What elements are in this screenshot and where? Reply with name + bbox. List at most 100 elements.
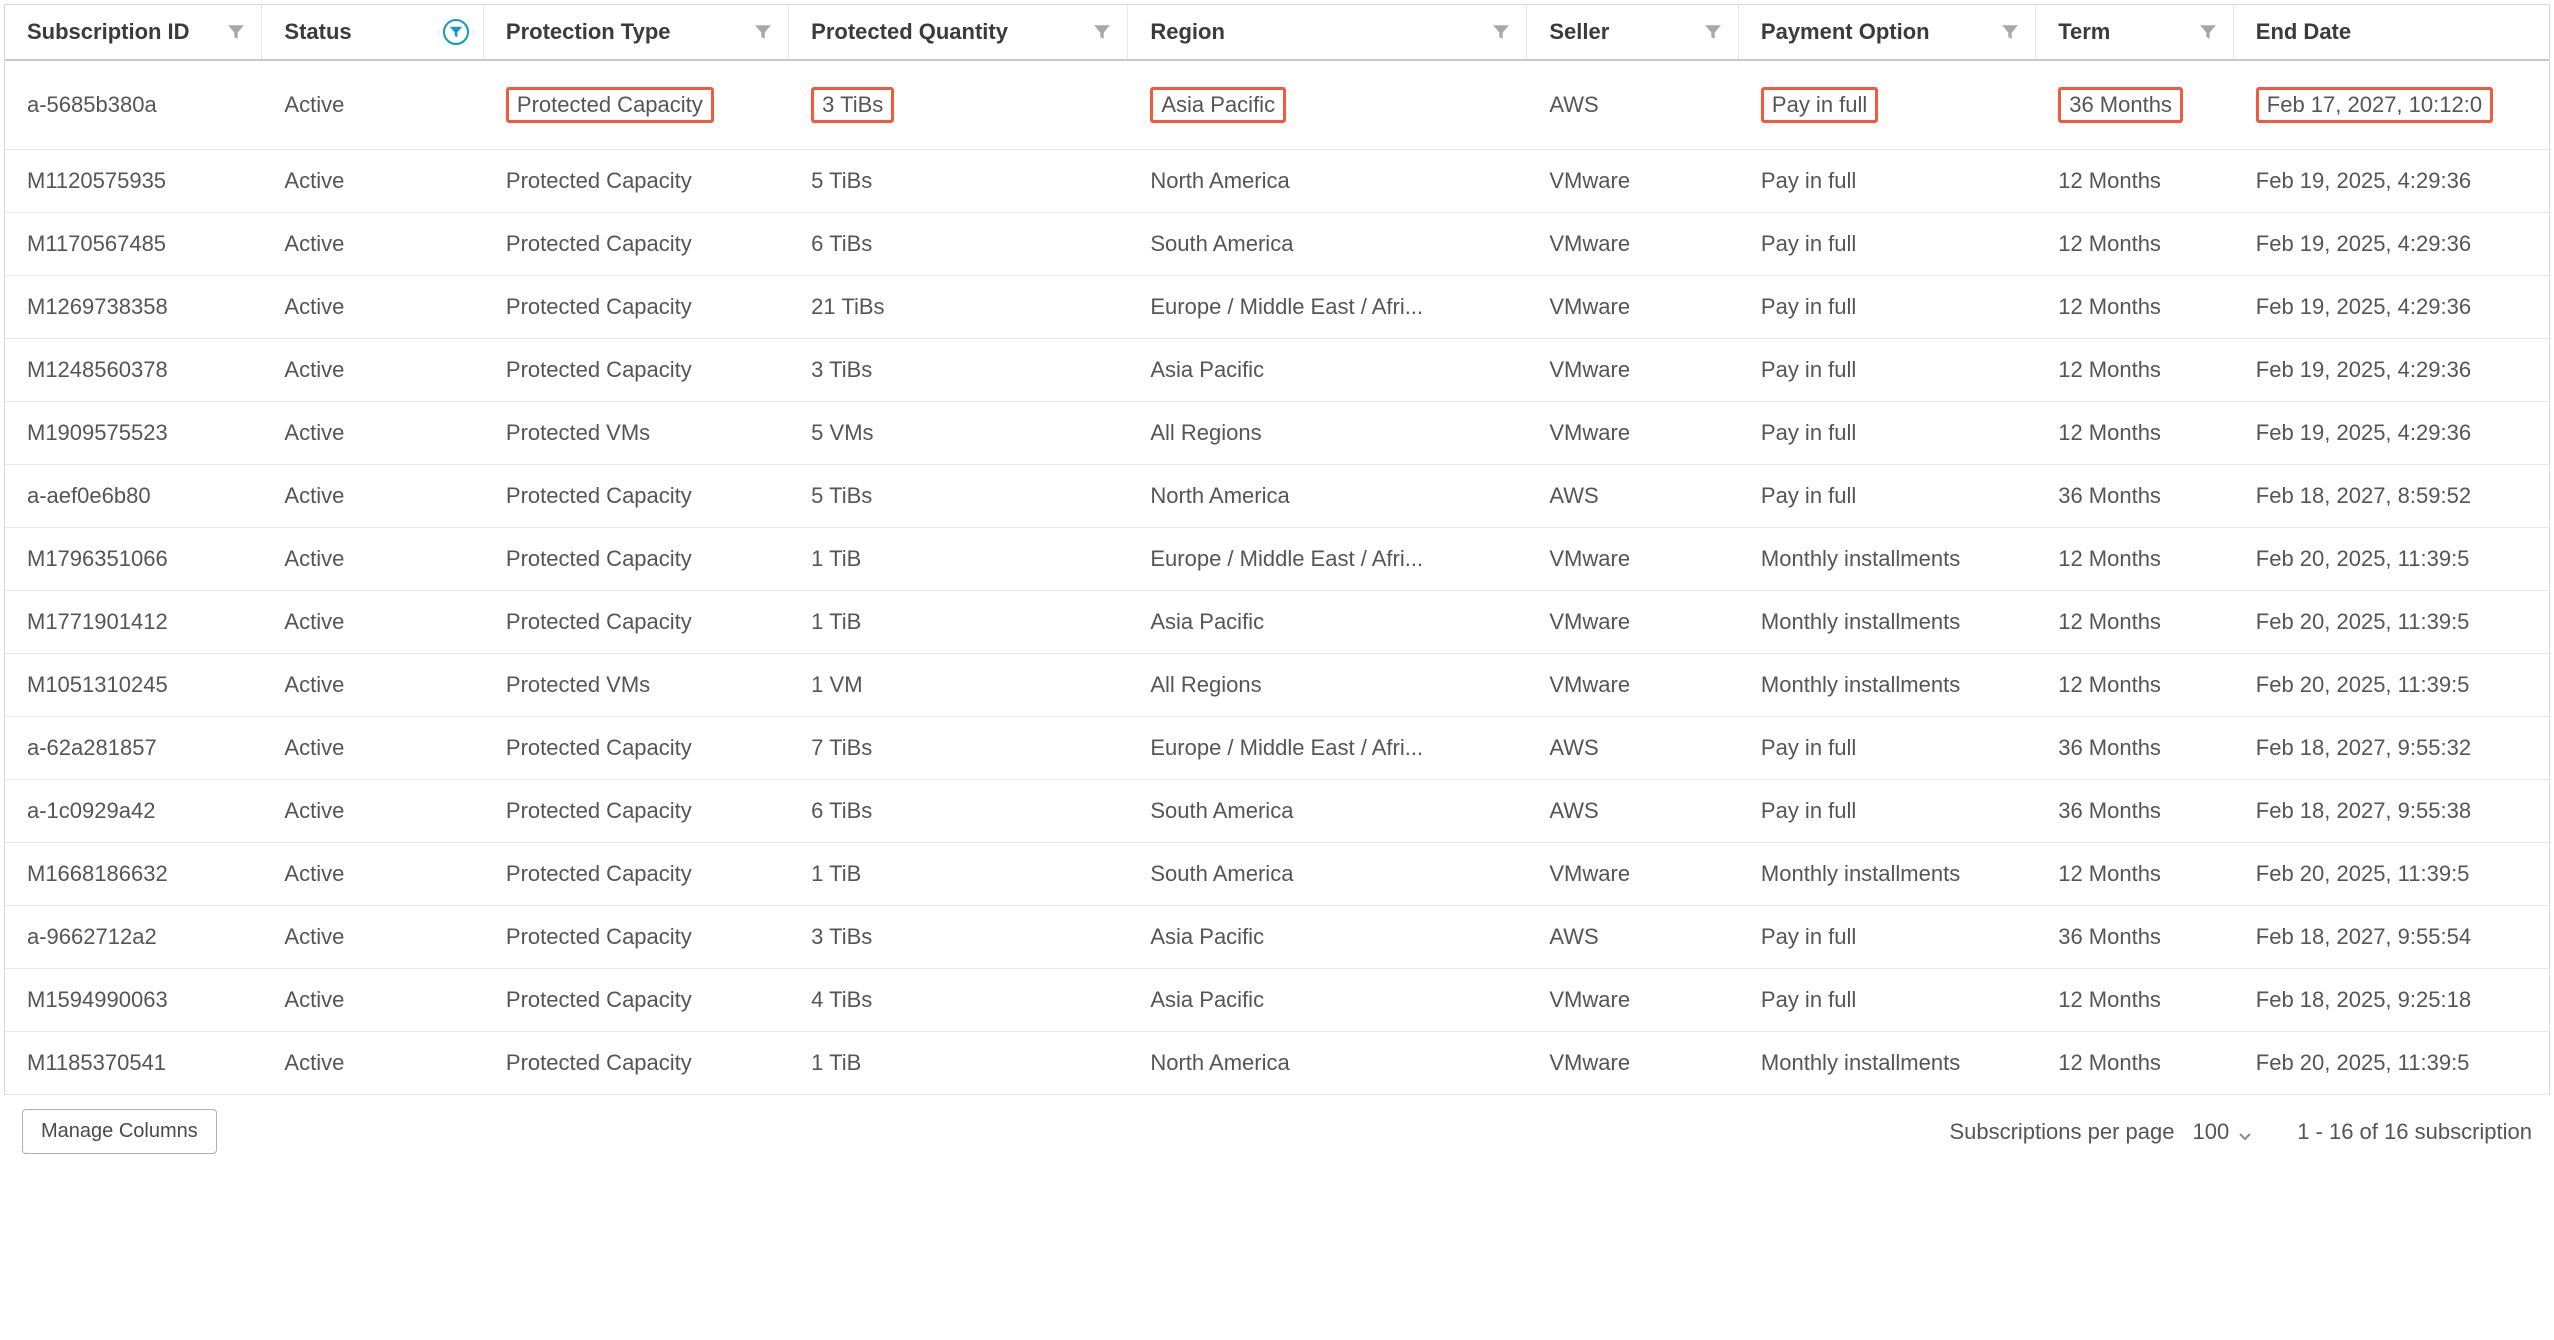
cell-region: All Regions bbox=[1128, 402, 1527, 464]
cell-payment_option: Pay in full bbox=[1739, 465, 2036, 527]
table-row[interactable]: M1248560378ActiveProtected Capacity3 TiB… bbox=[5, 339, 2549, 402]
cell-value: Monthly installments bbox=[1761, 1050, 1960, 1076]
cell-value: 1 TiB bbox=[811, 861, 861, 887]
cell-value: AWS bbox=[1549, 798, 1598, 824]
cell-end_date: Feb 18, 2027, 9:55:32 bbox=[2234, 717, 2549, 779]
cell-status: Active bbox=[262, 465, 484, 527]
filter-icon[interactable] bbox=[2197, 21, 2219, 43]
cell-status: Active bbox=[262, 654, 484, 716]
cell-value: North America bbox=[1150, 483, 1289, 509]
cell-value: Europe / Middle East / Afri... bbox=[1150, 735, 1423, 761]
cell-subscription_id: a-1c0929a42 bbox=[5, 780, 262, 842]
filter-icon[interactable] bbox=[1490, 21, 1512, 43]
column-header-payment_option[interactable]: Payment Option bbox=[1739, 5, 2036, 59]
table-row[interactable]: a-5685b380aActiveProtected Capacity3 TiB… bbox=[5, 61, 2549, 150]
cell-protection_type: Protected Capacity bbox=[484, 276, 789, 338]
cell-value: Feb 20, 2025, 11:39:5 bbox=[2256, 672, 2470, 698]
cell-payment_option: Pay in full bbox=[1739, 213, 2036, 275]
table-row[interactable]: M1120575935ActiveProtected Capacity5 TiB… bbox=[5, 150, 2549, 213]
cell-value: Protected Capacity bbox=[506, 294, 692, 320]
cell-payment_option: Pay in full bbox=[1739, 339, 2036, 401]
cell-subscription_id: M1170567485 bbox=[5, 213, 262, 275]
filter-icon[interactable] bbox=[225, 21, 247, 43]
per-page-select[interactable]: 100 bbox=[2188, 1115, 2257, 1149]
column-header-term[interactable]: Term bbox=[2036, 5, 2234, 59]
cell-end_date: Feb 19, 2025, 4:29:36 bbox=[2234, 339, 2549, 401]
table-row[interactable]: M1170567485ActiveProtected Capacity6 TiB… bbox=[5, 213, 2549, 276]
table-row[interactable]: M1771901412ActiveProtected Capacity1 TiB… bbox=[5, 591, 2549, 654]
filter-icon[interactable] bbox=[1702, 21, 1724, 43]
column-header-status[interactable]: Status bbox=[262, 5, 484, 59]
cell-status: Active bbox=[262, 843, 484, 905]
cell-value: Protected Capacity bbox=[506, 609, 692, 635]
table-row[interactable]: M1909575523ActiveProtected VMs5 VMsAll R… bbox=[5, 402, 2549, 465]
cell-value: Protected VMs bbox=[506, 420, 650, 446]
column-header-end_date[interactable]: End Date bbox=[2234, 5, 2549, 59]
table-row[interactable]: M1269738358ActiveProtected Capacity21 Ti… bbox=[5, 276, 2549, 339]
cell-value: Pay in full bbox=[1761, 420, 1856, 446]
cell-seller: VMware bbox=[1527, 969, 1739, 1031]
column-header-protection_type[interactable]: Protection Type bbox=[484, 5, 789, 59]
cell-value: Pay in full bbox=[1761, 294, 1856, 320]
cell-value: Feb 18, 2025, 9:25:18 bbox=[2256, 987, 2471, 1013]
cell-region: South America bbox=[1128, 213, 1527, 275]
table-row[interactable]: M1185370541ActiveProtected Capacity1 TiB… bbox=[5, 1032, 2549, 1095]
cell-value: 12 Months bbox=[2058, 231, 2161, 257]
cell-term: 36 Months bbox=[2036, 906, 2234, 968]
cell-subscription_id: a-9662712a2 bbox=[5, 906, 262, 968]
cell-value: Protected Capacity bbox=[506, 1050, 692, 1076]
cell-value: Active bbox=[284, 92, 344, 118]
cell-term: 36 Months bbox=[2036, 465, 2234, 527]
table-row[interactable]: M1668186632ActiveProtected Capacity1 TiB… bbox=[5, 843, 2549, 906]
cell-term: 36 Months bbox=[2036, 61, 2234, 149]
cell-value: M1668186632 bbox=[27, 861, 168, 887]
filter-icon[interactable] bbox=[1091, 21, 1113, 43]
cell-protection_type: Protected Capacity bbox=[484, 969, 789, 1031]
cell-protected_qty: 5 TiBs bbox=[789, 150, 1128, 212]
table-row[interactable]: M1051310245ActiveProtected VMs1 VMAll Re… bbox=[5, 654, 2549, 717]
column-header-seller[interactable]: Seller bbox=[1527, 5, 1739, 59]
cell-value: Europe / Middle East / Afri... bbox=[1150, 546, 1423, 572]
cell-value: 6 TiBs bbox=[811, 798, 872, 824]
filter-icon[interactable] bbox=[443, 19, 469, 45]
cell-payment_option: Pay in full bbox=[1739, 61, 2036, 149]
cell-protected_qty: 3 TiBs bbox=[789, 339, 1128, 401]
table-row[interactable]: M1594990063ActiveProtected Capacity4 TiB… bbox=[5, 969, 2549, 1032]
cell-status: Active bbox=[262, 1032, 484, 1094]
cell-value: a-aef0e6b80 bbox=[27, 483, 151, 509]
cell-value: Feb 19, 2025, 4:29:36 bbox=[2256, 357, 2471, 383]
filter-icon[interactable] bbox=[752, 21, 774, 43]
table-row[interactable]: M1796351066ActiveProtected Capacity1 TiB… bbox=[5, 528, 2549, 591]
cell-end_date: Feb 17, 2027, 10:12:0 bbox=[2234, 61, 2549, 149]
cell-value: Protected Capacity bbox=[506, 735, 692, 761]
cell-subscription_id: a-aef0e6b80 bbox=[5, 465, 262, 527]
cell-end_date: Feb 19, 2025, 4:29:36 bbox=[2234, 276, 2549, 338]
filter-icon[interactable] bbox=[1999, 21, 2021, 43]
cell-value: Protected Capacity bbox=[506, 168, 692, 194]
table-row[interactable]: a-9662712a2ActiveProtected Capacity3 TiB… bbox=[5, 906, 2549, 969]
cell-value: 36 Months bbox=[2058, 924, 2161, 950]
table-row[interactable]: a-62a281857ActiveProtected Capacity7 TiB… bbox=[5, 717, 2549, 780]
cell-value: 21 TiBs bbox=[811, 294, 884, 320]
cell-value: Feb 20, 2025, 11:39:5 bbox=[2256, 861, 2470, 887]
cell-value: 1 TiB bbox=[811, 1050, 861, 1076]
column-header-protected_qty[interactable]: Protected Quantity bbox=[789, 5, 1128, 59]
cell-end_date: Feb 20, 2025, 11:39:5 bbox=[2234, 528, 2549, 590]
column-header-subscription_id[interactable]: Subscription ID bbox=[5, 5, 262, 59]
cell-payment_option: Monthly installments bbox=[1739, 843, 2036, 905]
cell-end_date: Feb 20, 2025, 11:39:5 bbox=[2234, 1032, 2549, 1094]
cell-value: Feb 19, 2025, 4:29:36 bbox=[2256, 420, 2471, 446]
cell-protected_qty: 1 TiB bbox=[789, 843, 1128, 905]
cell-value: Pay in full bbox=[1761, 924, 1856, 950]
column-header-region[interactable]: Region bbox=[1128, 5, 1527, 59]
per-page-label: Subscriptions per page bbox=[1949, 1119, 2174, 1145]
manage-columns-button[interactable]: Manage Columns bbox=[22, 1109, 217, 1154]
cell-value: Active bbox=[284, 798, 344, 824]
cell-seller: VMware bbox=[1527, 402, 1739, 464]
table-row[interactable]: a-1c0929a42ActiveProtected Capacity6 TiB… bbox=[5, 780, 2549, 843]
cell-term: 12 Months bbox=[2036, 969, 2234, 1031]
cell-value: 5 TiBs bbox=[811, 483, 872, 509]
table-row[interactable]: a-aef0e6b80ActiveProtected Capacity5 TiB… bbox=[5, 465, 2549, 528]
cell-value: VMware bbox=[1549, 168, 1630, 194]
cell-value: VMware bbox=[1549, 294, 1630, 320]
